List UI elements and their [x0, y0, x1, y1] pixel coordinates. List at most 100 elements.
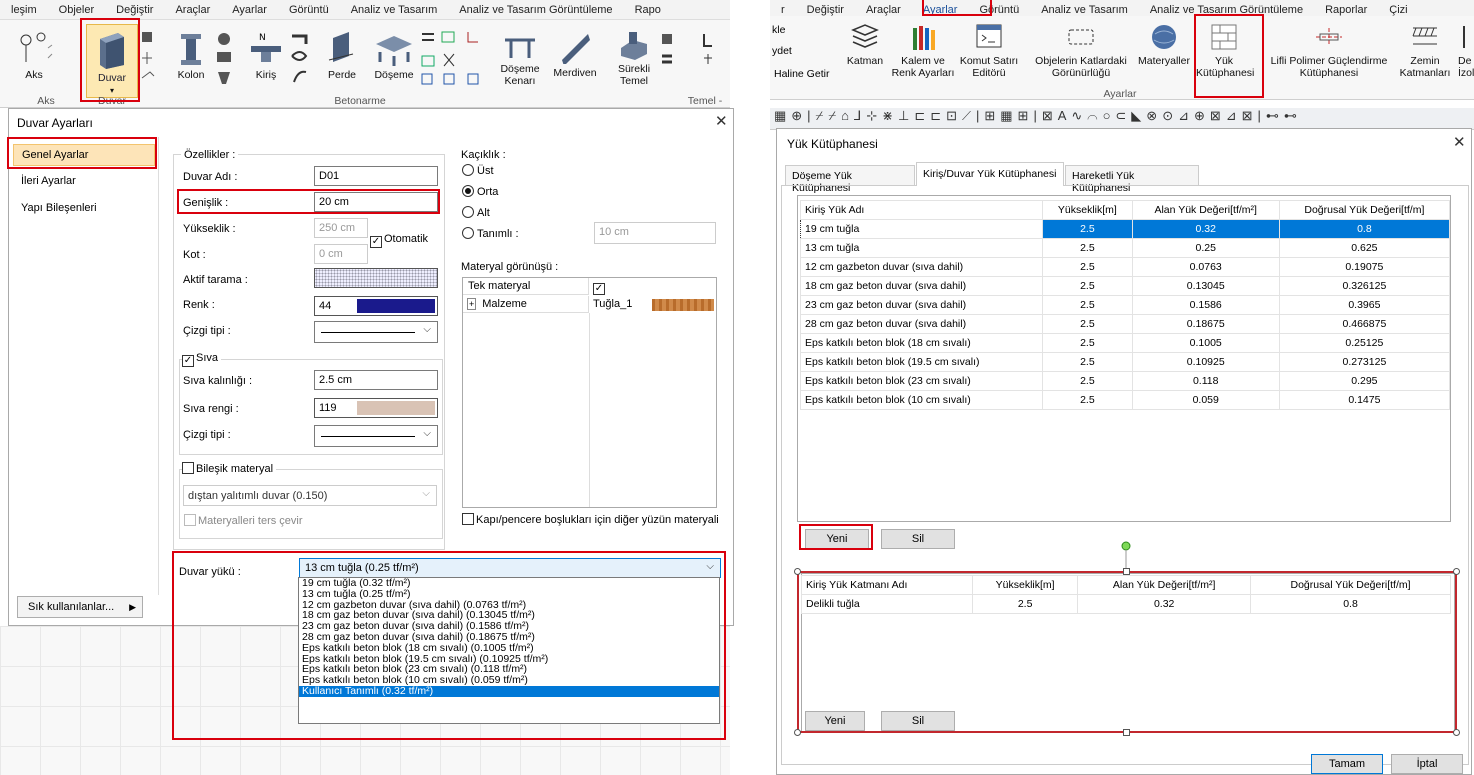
table-cell[interactable]: 0.13045	[1131, 276, 1280, 296]
menu-item[interactable]: Ayarlar	[221, 4, 278, 16]
katman-button[interactable]: Katman	[844, 22, 886, 67]
objelerin-gorunurlugu-button[interactable]: Objelerin Katlardaki Görünürlüğü	[1028, 22, 1134, 79]
close-icon[interactable]: ✕	[715, 112, 728, 130]
resize-handle[interactable]	[794, 729, 801, 736]
menu-item[interactable]: Rapo	[624, 4, 672, 16]
zemin-katmanlari-button[interactable]: Zemin Katmanları	[1394, 22, 1456, 79]
kalem-renk-button[interactable]: Kalem ve Renk Ayarları	[888, 22, 958, 79]
table-cell[interactable]: Eps katkılı beton blok (19.5 cm sıvalı)	[799, 352, 1044, 372]
ribbon-partial-haline-getir[interactable]: Haline Getir	[774, 68, 829, 80]
resize-handle[interactable]	[1453, 729, 1460, 736]
column-header[interactable]: Alan Yük Değeri[tf/m²]	[1131, 200, 1280, 220]
table-row[interactable]: Eps katkılı beton blok (19.5 cm sıvalı) 2…	[799, 352, 1451, 372]
table-row[interactable]: 12 cm gazbeton duvar (sıva dahil) 2.5 0.07…	[799, 257, 1451, 277]
surekli-temel-button[interactable]: Sürekli Temel	[606, 30, 662, 87]
column-header[interactable]: Doğrusal Yük Değeri[tf/m]	[1278, 200, 1451, 220]
duvar-adi-input[interactable]: D01	[314, 166, 438, 186]
tab-hareketli[interactable]: Hareketli Yük Kütüphanesi	[1065, 165, 1199, 194]
siva-rengi-picker[interactable]: 119	[314, 398, 438, 418]
radio-ust[interactable]: Üst	[462, 164, 494, 177]
table-row[interactable]: 23 cm gaz beton duvar (sıva dahil) 2.5 0.1…	[799, 295, 1451, 315]
menu-item[interactable]: leşim	[0, 4, 48, 16]
bilesik-checkbox[interactable]: Bileşik materyal	[182, 462, 277, 475]
table-cell[interactable]: 2.5	[1042, 295, 1133, 315]
siva-cizgi-tipi-select[interactable]: ⌵	[314, 425, 438, 447]
table-row[interactable]: 19 cm tuğla 2.5 0.32 0.8	[799, 219, 1451, 239]
menu-item[interactable]: Değiştir	[796, 4, 855, 16]
komut-satiri-button[interactable]: Komut Satırı Editörü	[958, 22, 1020, 79]
table-row[interactable]: Eps katkılı beton blok (10 cm sıvalı) 2.5…	[799, 390, 1451, 410]
table-cell[interactable]: 0.18675	[1131, 314, 1280, 334]
rotate-handle-icon[interactable]	[1120, 541, 1136, 571]
table-cell[interactable]: 0.25	[1131, 238, 1280, 258]
menu-item[interactable]: Raporlar	[1314, 4, 1378, 16]
kot-input[interactable]: 0 cm	[314, 244, 368, 264]
ribbon-partial-ydet[interactable]: ydet	[772, 45, 792, 57]
menu-item[interactable]: Analiz ve Tasarım	[1030, 4, 1139, 16]
table-cell[interactable]: 0.19075	[1278, 257, 1451, 277]
cizgi-tipi-select[interactable]: ⌵	[314, 321, 438, 343]
otomatik-checkbox[interactable]: ✓ Otomatik	[370, 233, 428, 248]
table-row[interactable]: Eps katkılı beton blok (23 cm sıvalı) 2.5…	[799, 371, 1451, 391]
table-cell[interactable]: 2.5	[1042, 219, 1133, 239]
table-cell[interactable]: 0.8	[1278, 219, 1451, 239]
siva-checkbox[interactable]: ✓ Sıva	[182, 352, 222, 367]
table-cell[interactable]: 0.25125	[1278, 333, 1451, 353]
table-cell[interactable]: 0.273125	[1278, 352, 1451, 372]
table-cell[interactable]: 2.5	[1042, 314, 1133, 334]
table-row[interactable]: Eps katkılı beton blok (18 cm sıvalı) 2.5…	[799, 333, 1451, 353]
malzeme-row[interactable]: + Malzeme	[463, 296, 589, 313]
de-izol-button[interactable]: De İzol	[1458, 22, 1474, 79]
table-cell[interactable]: 2.5	[1042, 333, 1133, 353]
bilesik-select[interactable]: dıştan yalıtımlı duvar (0.150) ⌵	[183, 485, 437, 506]
table-cell[interactable]: 18 cm gaz beton duvar (sıva dahil)	[799, 276, 1044, 296]
perde-button[interactable]: Perde	[322, 30, 362, 81]
table-cell[interactable]: 13 cm tuğla	[799, 238, 1044, 258]
menu-item[interactable]: r	[770, 4, 796, 16]
ters-cevir-checkbox[interactable]: Materyalleri ters çevir	[184, 514, 303, 527]
table-cell[interactable]: 0.3965	[1278, 295, 1451, 315]
table-cell[interactable]: 28 cm gaz beton duvar (sıva dahil)	[799, 314, 1044, 334]
kolon-button[interactable]: Kolon	[172, 32, 210, 81]
table-cell[interactable]: 0.1586	[1131, 295, 1280, 315]
nav-ileri-ayarlar[interactable]: İleri Ayarlar	[21, 175, 76, 187]
table-cell[interactable]: 0.466875	[1278, 314, 1451, 334]
radio-orta[interactable]: Orta	[462, 185, 498, 198]
menu-item[interactable]: Araçlar	[164, 4, 221, 16]
aks-button[interactable]: Aks	[14, 28, 54, 81]
table-cell[interactable]: Eps katkılı beton blok (10 cm sıvalı)	[799, 390, 1044, 410]
doseme-kenari-button[interactable]: Döşeme Kenarı	[492, 30, 548, 87]
tanimli-input[interactable]: 10 cm	[594, 222, 716, 244]
iptal-button[interactable]: İptal	[1391, 754, 1463, 774]
close-icon[interactable]: ✕	[1453, 133, 1466, 151]
menu-item[interactable]: Değiştir	[105, 4, 164, 16]
table-cell[interactable]: 0.295	[1278, 371, 1451, 391]
sil-button[interactable]: Sil	[881, 529, 955, 549]
tamam-button[interactable]: Tamam	[1311, 754, 1383, 774]
yukseklik-input[interactable]: 250 cm	[314, 218, 368, 238]
siva-kalinligi-input[interactable]: 2.5 cm	[314, 370, 438, 390]
tek-materyal-checkbox[interactable]: ✓	[593, 280, 607, 295]
kiris-button[interactable]: N Kiriş	[248, 30, 284, 81]
column-header[interactable]: Yükseklik[m]	[1042, 200, 1133, 220]
table-cell[interactable]: 19 cm tuğla	[799, 219, 1044, 239]
resize-handle[interactable]	[1123, 568, 1130, 575]
menu-item[interactable]: Analiz ve Tasarım Görüntüleme	[448, 4, 623, 16]
menu-item[interactable]: Analiz ve Tasarım	[340, 4, 449, 16]
table-cell[interactable]: 0.0763	[1131, 257, 1280, 277]
ribbon-partial-kle[interactable]: kle	[772, 24, 785, 36]
menu-item[interactable]: Çizi	[1378, 4, 1418, 16]
lifli-polimer-button[interactable]: Lifli Polimer Güçlendirme Kütüphanesi	[1264, 22, 1394, 79]
table-cell[interactable]: 0.32	[1131, 219, 1280, 239]
table-cell[interactable]: 2.5	[1042, 257, 1133, 277]
resize-handle[interactable]	[1453, 568, 1460, 575]
column-header[interactable]: Kiriş Yük Adı	[799, 200, 1044, 220]
nav-yapi-bilesenleri[interactable]: Yapı Bileşenleri	[21, 202, 97, 214]
table-cell[interactable]: 0.625	[1278, 238, 1451, 258]
tab-kiris-duvar[interactable]: Kiriş/Duvar Yük Kütüphanesi	[916, 162, 1064, 186]
aktif-tarama-swatch[interactable]	[314, 268, 438, 288]
draw-toolbar[interactable]: ▦⊕|⌿⌿⌂⅃⊹⋇⊥⊏⊏⊡⟋|⊞▦⊞|⊠A∿⌒○⊂◣⊗⊙⊿⊕⊠⊿⊠|⊷⊷	[770, 108, 1474, 130]
table-cell[interactable]: 2.5	[1042, 390, 1133, 410]
table-cell[interactable]: 12 cm gazbeton duvar (sıva dahil)	[799, 257, 1044, 277]
menu-item[interactable]: Objeler	[48, 4, 105, 16]
